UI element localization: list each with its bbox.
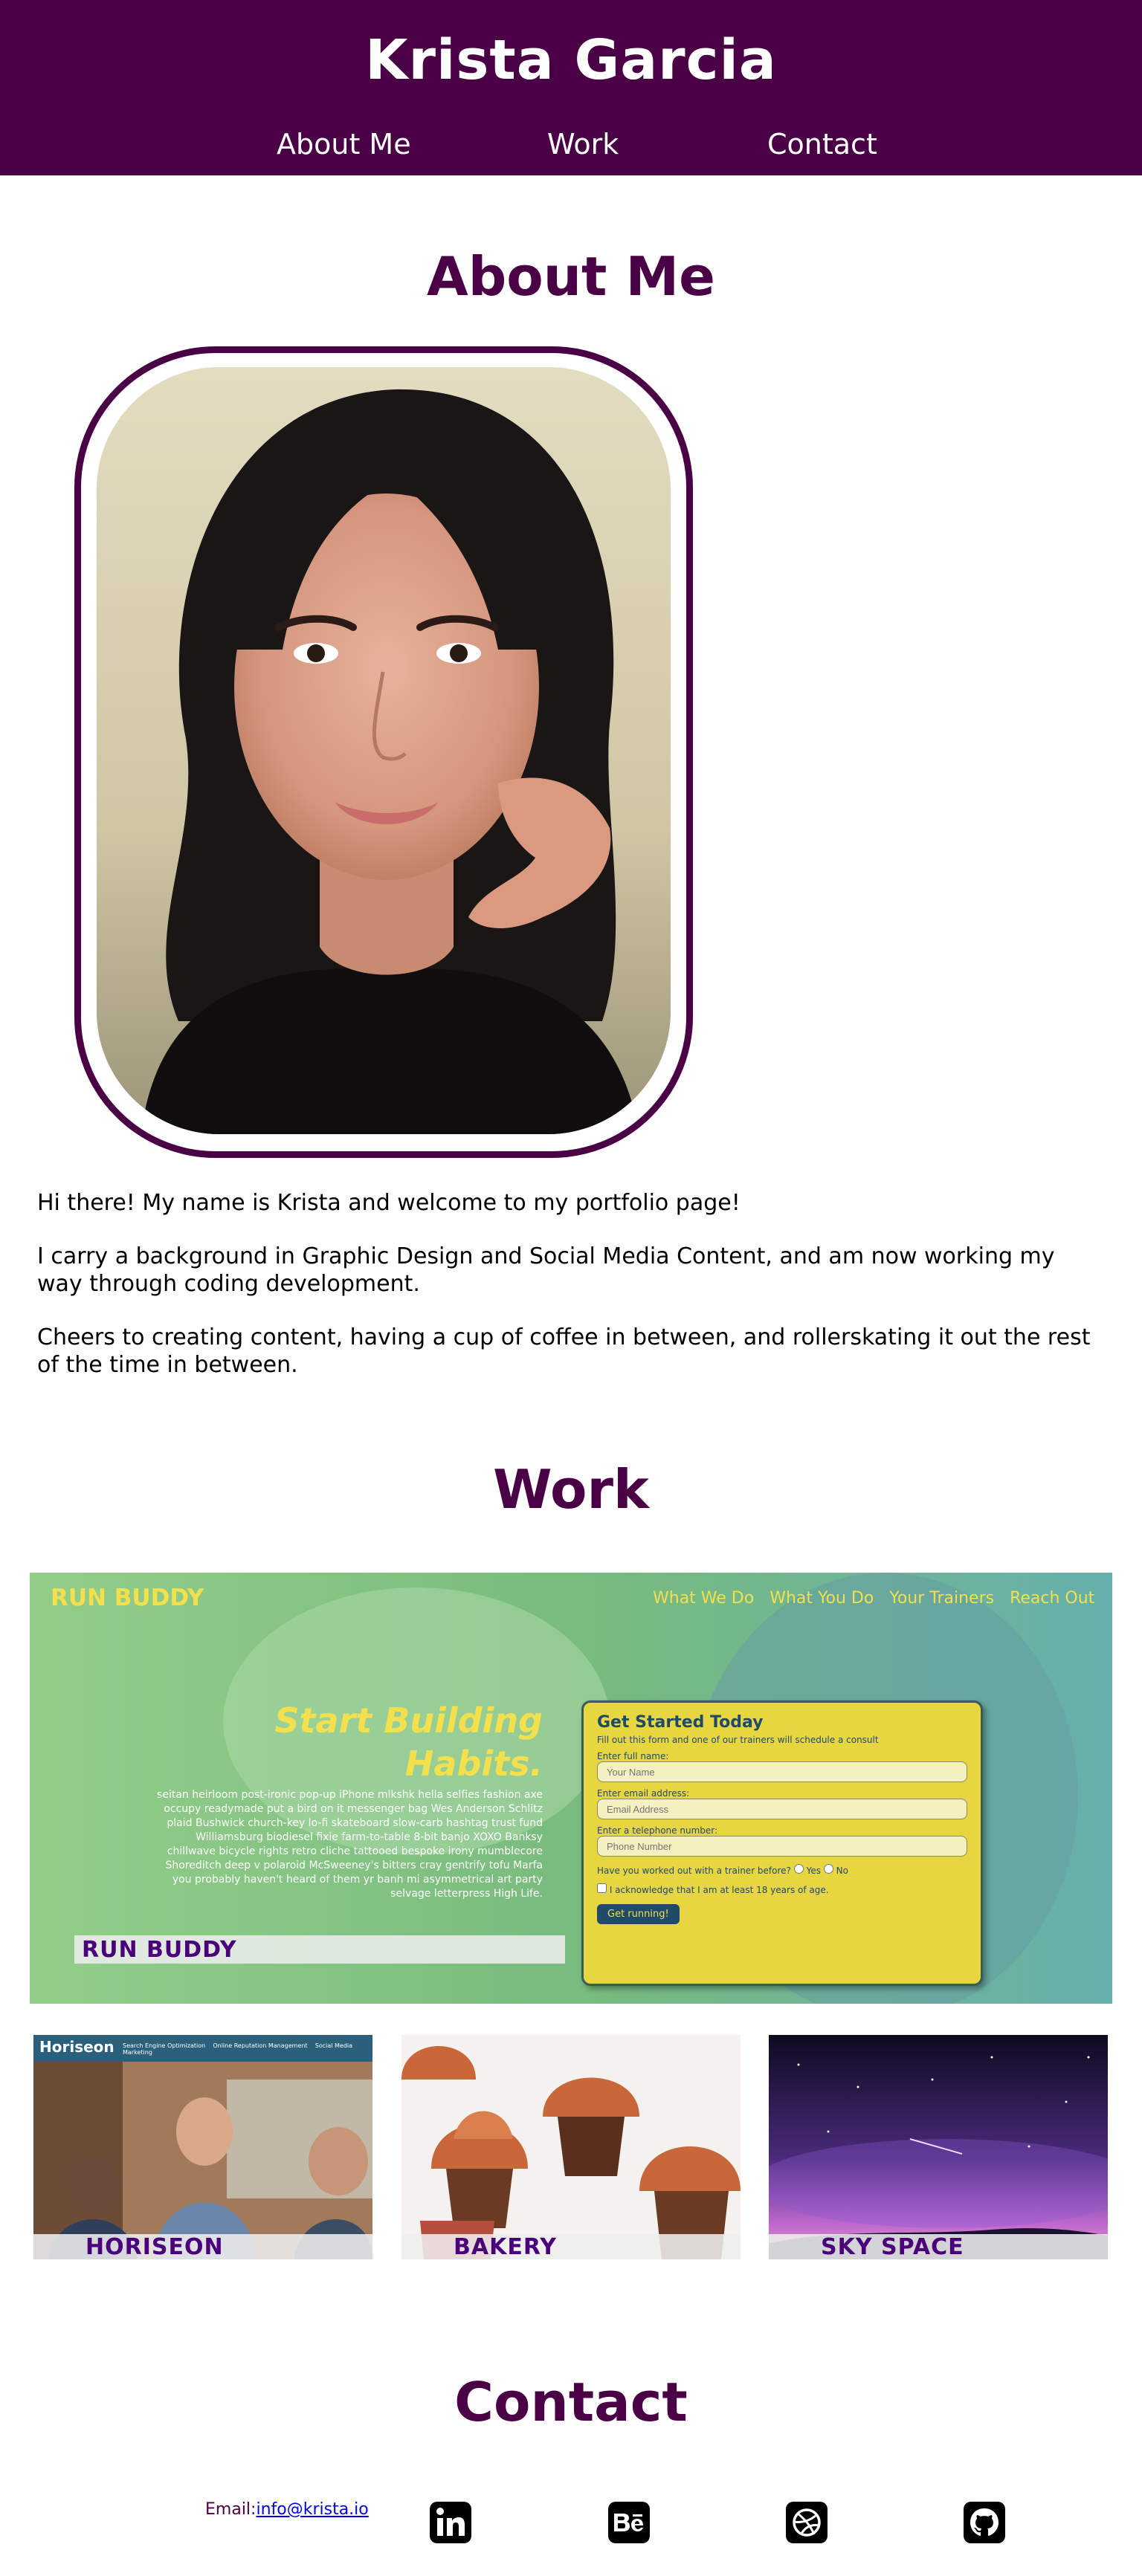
yes-label: Yes — [806, 1865, 821, 1876]
nav-link-about[interactable]: About Me — [277, 128, 411, 161]
acknowledge-label: I acknowledge that I am at least 18 year… — [609, 1885, 829, 1895]
form-label: Enter full name: — [597, 1751, 669, 1761]
project-label-horiseon: HORISEON — [33, 2234, 372, 2259]
linkedin-icon[interactable] — [430, 2502, 471, 2543]
nav-link-work[interactable]: Work — [547, 128, 619, 161]
run-buddy-nav-item: What You Do — [770, 1589, 874, 1608]
horiseon-nav-item: Online Reputation Management — [213, 2042, 308, 2049]
sky-space-screenshot — [769, 2035, 1108, 2259]
nav-link-contact[interactable]: Contact — [767, 128, 877, 161]
form-label: Enter a telephone number: — [597, 1825, 718, 1836]
form-title: Get Started Today — [597, 1713, 764, 1732]
no-radio[interactable] — [823, 1864, 833, 1874]
email-input[interactable] — [597, 1799, 967, 1819]
run-buddy-nav-item: Your Trainers — [889, 1589, 995, 1608]
horiseon-brand: Horiseon — [39, 2038, 114, 2056]
profile-photo — [97, 367, 671, 1134]
horiseon-screenshot — [33, 2035, 372, 2259]
run-buddy-hero-title: Start Building Habits. — [178, 1699, 543, 1785]
acknowledge-checkbox[interactable] — [597, 1883, 607, 1893]
site-title: Krista Garcia — [365, 28, 777, 92]
phone-input[interactable] — [597, 1836, 967, 1857]
run-buddy-brand: RUN BUDDY — [51, 1585, 204, 1611]
about-heading: About Me — [427, 245, 715, 308]
contact-email: Email:info@krista.io — [205, 2500, 369, 2519]
hero-title-line: Habits. — [404, 1744, 543, 1784]
profile-photo-illustration — [97, 367, 671, 1134]
behance-icon[interactable] — [608, 2502, 650, 2543]
bakery-screenshot — [401, 2035, 741, 2259]
email-link[interactable]: info@krista.io — [256, 2500, 368, 2519]
form-label: Enter email address: — [597, 1788, 690, 1799]
project-card-sky-space[interactable]: SKY SPACE — [769, 2035, 1108, 2259]
no-label: No — [836, 1865, 848, 1876]
run-buddy-form: Get Started Today Fill out this form and… — [581, 1700, 983, 1986]
run-buddy-nav-item: Reach Out — [1010, 1589, 1095, 1608]
github-icon[interactable] — [964, 2502, 1005, 2543]
about-paragraph: Hi there! My name is Krista and welcome … — [37, 1190, 741, 1216]
about-paragraph: I carry a background in Graphic Design a… — [37, 1243, 1055, 1297]
about-paragraph: Cheers to creating content, having a cup… — [37, 1324, 1091, 1378]
run-buddy-hero-body: seitan heirloom post-ironic pop-up iPhon… — [157, 1789, 543, 1900]
run-buddy-nav-item: What We Do — [653, 1589, 755, 1608]
email-label: Email: — [205, 2500, 257, 2519]
project-card-bakery[interactable]: BAKERY — [401, 2035, 741, 2259]
get-running-button[interactable]: Get running! — [597, 1904, 680, 1924]
run-buddy-nav: What We Do What You Do Your Trainers Rea… — [653, 1589, 1094, 1608]
project-label-run-buddy: RUN BUDDY — [82, 1937, 237, 1963]
contact-heading: Contact — [454, 2371, 688, 2433]
site-header: Krista Garcia About Me Work Contact — [0, 0, 1142, 175]
horiseon-nav: Search Engine Optimization Online Reputa… — [123, 2042, 372, 2056]
project-card-horiseon[interactable]: Horiseon Search Engine Optimization Onli… — [33, 2035, 372, 2259]
about-text: Hi there! My name is Krista and welcome … — [37, 1189, 1093, 1405]
horiseon-nav-item: Search Engine Optimization — [123, 2042, 206, 2049]
project-card-run-buddy[interactable]: RUN BUDDY What We Do What You Do Your Tr… — [30, 1573, 1112, 2004]
hero-title-line: Start Building — [274, 1700, 543, 1741]
project-label-sky-space: SKY SPACE — [769, 2234, 1108, 2259]
yes-radio[interactable] — [793, 1864, 804, 1874]
form-subtitle: Fill out this form and one of our traine… — [597, 1735, 879, 1745]
acknowledge-row: I acknowledge that I am at least 18 year… — [597, 1883, 967, 1895]
trainer-question: Have you worked out with a trainer befor… — [597, 1865, 791, 1876]
trainer-question-row: Have you worked out with a trainer befor… — [597, 1864, 967, 1876]
name-input[interactable] — [597, 1761, 967, 1782]
dribbble-icon[interactable] — [786, 2502, 828, 2543]
project-label-bakery: BAKERY — [401, 2234, 741, 2259]
work-heading: Work — [493, 1458, 649, 1521]
